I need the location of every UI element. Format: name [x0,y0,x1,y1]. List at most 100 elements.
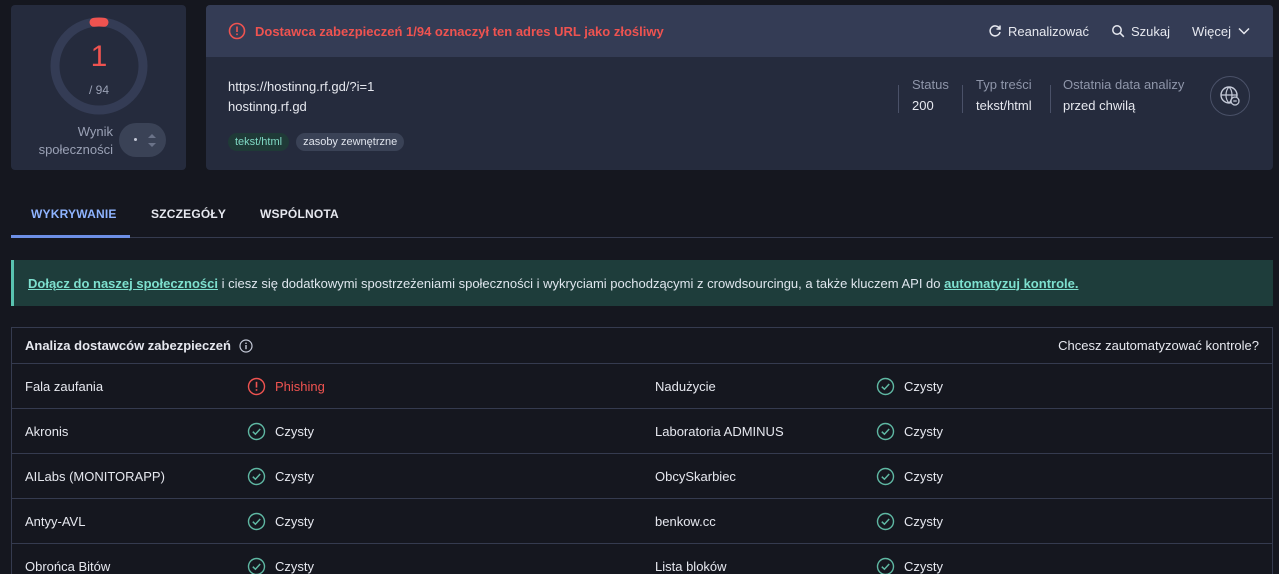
verdict-label: Czysty [904,468,943,484]
tab-details[interactable]: SZCZEGÓŁY [151,207,226,221]
automate-checks-link[interactable]: automatyzuj kontrole. [944,276,1078,291]
globe-link-icon [1220,86,1240,106]
check-circle-icon [247,512,266,530]
check-circle-icon [247,557,266,574]
vendor-verdict: Czysty [876,377,943,396]
verdict-label: Czysty [904,513,943,529]
vendor-verdict: Phishing [247,377,325,396]
vendor-name: Antyy-AVL [25,513,86,529]
meta-last-analysis: Ostatnia data analizy przed chwilą [1063,77,1184,113]
tab-bar: WYKRYWANIE SZCZEGÓŁY WSPÓLNOTA [11,188,1273,238]
reanalyze-label: Reanalizować [1008,23,1089,39]
meta-divider [962,85,963,113]
table-row: Akronis Czysty Laboratoria ADMINUS Czysty [12,409,1272,454]
vendor-verdict: Czysty [247,422,314,441]
vendor-name: benkow.cc [655,513,716,529]
more-label: Więcej [1191,23,1231,39]
upvote-icon[interactable] [148,134,156,138]
vendor-rows: Fala zaufania Phishing Nadużycie Czysty Akro… [12,364,1272,574]
vendor-name: Laboratoria ADMINUS [655,423,784,439]
vendor-name: Lista bloków [655,558,727,574]
banner-text: i ciesz się dodatkowymi spostrzeżeniami … [218,275,945,291]
detection-count: 1 [90,40,108,73]
vendor-name: Fala zaufania [25,378,104,394]
status-value: 200 [912,98,934,113]
downvote-icon[interactable] [148,143,156,147]
content-type-label: Typ treści [976,77,1032,92]
tag-external-resources[interactable]: zasoby zewnętrzne [296,133,405,151]
vendor-verdict: Czysty [876,467,943,486]
check-circle-icon [876,467,895,485]
verdict-label: Phishing [275,378,325,394]
last-analysis-label: Ostatnia data analizy [1063,77,1185,92]
automate-checks-link[interactable]: Chcesz zautomatyzować kontrole? [1058,338,1259,353]
tab-detection[interactable]: WYKRYWANIE [31,207,117,221]
check-circle-icon [876,512,895,530]
verdict-label: Czysty [275,423,314,439]
reanalyze-button[interactable]: Reanalizować [988,24,1089,39]
verdict-label: Czysty [275,468,314,484]
search-button[interactable]: Szukaj [1111,24,1170,39]
verdict-label: Czysty [275,513,314,529]
status-label: Status [912,77,949,92]
url-host: hostinng.rf.gd [228,99,307,114]
verdict-label: Czysty [904,378,943,394]
vendor-name: Nadużycie [655,378,716,394]
alert-text: Dostawca zabezpieczeń 1/94 oznaczył ten … [255,23,664,39]
join-community-link[interactable]: Dołącz do naszej społeczności [28,276,218,291]
alert-circle-icon [228,22,246,40]
header-actions: Reanalizować Szukaj Więcej [988,5,1251,57]
detection-gauge: 1 / 94 [49,16,149,116]
info-icon[interactable] [239,338,253,353]
vendor-verdict: Czysty [247,512,314,531]
verdict-label: Czysty [904,558,943,574]
vendor-verdict: Czysty [876,422,943,441]
vendor-verdict: Czysty [876,512,943,531]
more-button[interactable]: Więcej [1192,24,1251,39]
tag-list: tekst/html zasoby zewnętrzne [228,133,405,151]
full-url[interactable]: https://hostinng.rf.gd/?i=1 [228,77,374,97]
search-label: Szukaj [1130,23,1170,39]
refresh-icon [989,25,1001,37]
table-row: Antyy-AVL Czysty benkow.cc Czysty [12,499,1272,544]
vendor-analysis-table: Analiza dostawców zabezpieczeń Chcesz za… [11,327,1273,574]
vendor-name: Obrońca Bitów [25,558,111,574]
check-circle-icon [876,557,895,574]
url-info: https://hostinng.rf.gd/?i=1 hostinng.rf.… [228,77,374,117]
check-circle-icon [247,422,266,440]
detection-total: / 94 [88,83,109,97]
meta-status: Status 200 [912,77,949,113]
community-score-dot [134,138,137,141]
community-score-label: Wynik społeczności [38,124,113,157]
last-analysis-value: przed chwilą [1063,98,1136,113]
vendor-name: AILabs (MONITORAPP) [25,468,165,484]
meta-content-type: Typ treści tekst/html [976,77,1032,113]
vendor-verdict: Czysty [247,467,314,486]
meta-divider [1050,85,1051,113]
alert-circle-icon [247,377,266,395]
vendor-verdict: Czysty [876,557,943,574]
vendor-verdict: Czysty [247,557,314,574]
active-tab-indicator [11,235,130,238]
table-header: Analiza dostawców zabezpieczeń Chcesz za… [12,328,1272,364]
url-summary-panel: Dostawca zabezpieczeń 1/94 oznaczył ten … [206,5,1273,170]
chevron-down-icon [1238,27,1250,35]
meta-divider [898,85,899,113]
verdict-label: Czysty [904,423,943,439]
vendor-name: ObcySkarbiec [655,468,736,484]
verdict-label: Czysty [275,558,314,574]
detection-score-card: 1 / 94 Wynik społeczności [11,5,186,170]
table-row: Fala zaufania Phishing Nadużycie Czysty [12,364,1272,409]
url-globe-button[interactable] [1210,76,1250,116]
vendor-name: Akronis [25,423,69,439]
check-circle-icon [876,377,895,395]
tag-content-type[interactable]: tekst/html [228,133,290,151]
table-row: Obrońca Bitów Czysty Lista bloków Czysty [12,544,1272,574]
community-vote-control[interactable] [119,123,166,157]
search-icon [1112,25,1125,38]
community-banner: Dołącz do naszej społeczności i ciesz si… [11,260,1273,306]
check-circle-icon [247,467,266,485]
table-title: Analiza dostawców zabezpieczeń [25,338,231,353]
check-circle-icon [876,422,895,440]
tab-community[interactable]: WSPÓLNOTA [260,207,339,221]
